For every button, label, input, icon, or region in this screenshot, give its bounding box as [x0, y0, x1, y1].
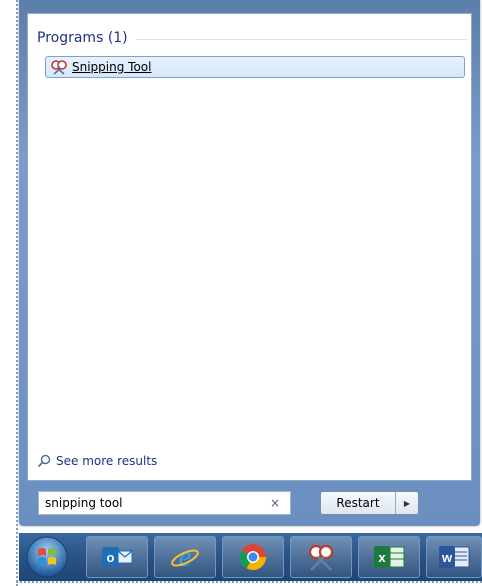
internet-explorer-icon: e [171, 542, 199, 572]
start-button[interactable] [21, 533, 73, 581]
programs-section-title: Programs (1) [37, 30, 128, 46]
svg-text:e: e [179, 542, 191, 572]
desktop-border [16, 0, 18, 586]
search-icon [37, 454, 51, 468]
svg-text:x: x [378, 550, 386, 565]
search-input[interactable] [45, 496, 255, 510]
result-item-snipping-tool[interactable]: Snipping Tool [45, 56, 465, 78]
word-icon: w [439, 546, 470, 568]
excel-icon: x [374, 546, 405, 568]
taskbar-chrome-button[interactable] [222, 536, 284, 578]
taskbar-internet-explorer-button[interactable]: e [154, 536, 216, 578]
desktop-border-bottom [16, 581, 482, 583]
taskbar: o e x w [19, 533, 482, 581]
snipping-tool-icon [308, 544, 334, 571]
windows-orb-icon [26, 536, 68, 578]
programs-section-header: Programs (1) [37, 28, 467, 48]
shutdown-options-arrow-icon[interactable]: ▶ [396, 492, 418, 514]
taskbar-outlook-button[interactable]: o [86, 536, 148, 578]
see-more-results-link[interactable]: See more results [37, 454, 157, 468]
clear-search-icon[interactable]: × [270, 496, 280, 510]
outlook-icon: o [102, 547, 133, 567]
restart-button[interactable]: Restart [321, 492, 396, 514]
see-more-results-label: See more results [56, 454, 158, 468]
taskbar-excel-button[interactable]: x [358, 536, 420, 578]
restart-button-group: Restart ▶ [320, 491, 419, 515]
result-item-label: Snipping Tool [72, 60, 152, 74]
svg-text:o: o [107, 550, 115, 565]
taskbar-word-button[interactable]: w [426, 536, 482, 578]
taskbar-snipping-tool-button[interactable] [290, 536, 352, 578]
svg-text:w: w [441, 550, 453, 565]
section-divider [135, 38, 467, 40]
chrome-icon [239, 544, 267, 571]
snipping-tool-icon [51, 60, 67, 75]
start-search-box[interactable]: × [38, 491, 291, 515]
start-menu-results-panel: Programs (1) Snipping Tool See more resu… [27, 13, 472, 481]
